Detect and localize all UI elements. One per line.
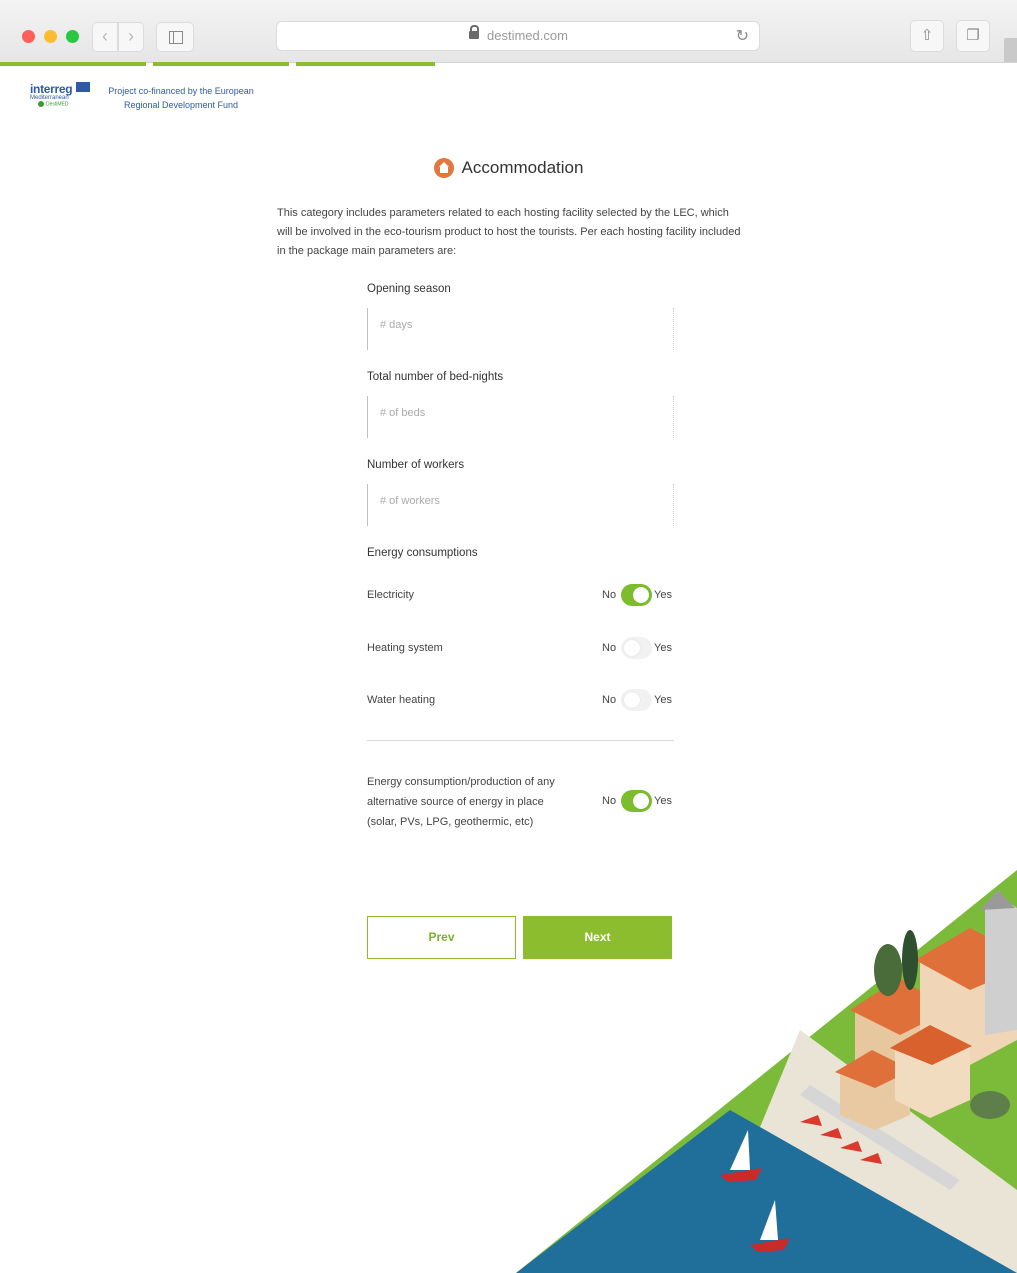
energy-heading: Energy consumptions (367, 547, 478, 559)
page-title: Accommodation (461, 158, 584, 177)
alternative-energy-no-label: No (602, 795, 617, 807)
heating-system-label: Heating system (367, 642, 443, 654)
water-heating-label: Water heating (367, 694, 436, 706)
sidebar-icon (169, 31, 183, 44)
alternative-energy-yes-label: Yes (654, 795, 672, 807)
electricity-label: Electricity (367, 589, 415, 601)
bed-nights-label: Total number of bed-nights (367, 371, 504, 383)
back-button[interactable]: ‹ (92, 22, 118, 52)
progress-segment-1 (0, 62, 146, 66)
alternative-energy-toggle[interactable] (621, 790, 652, 812)
toggle-knob (633, 587, 649, 603)
water-heating-toggle[interactable] (621, 689, 652, 711)
heating-system-row: Heating system No Yes (367, 637, 674, 661)
chevron-right-icon: › (128, 26, 134, 46)
opening-season-label: Opening season (367, 283, 451, 295)
chevron-left-icon: ‹ (102, 26, 108, 46)
workers-input[interactable] (378, 494, 662, 508)
electricity-no-label: No (602, 589, 617, 601)
reload-icon[interactable]: ↻ (736, 26, 749, 46)
opening-season-input[interactable] (378, 318, 662, 332)
funding-note: Project co-financed by the European Regi… (106, 84, 256, 112)
address-bar[interactable]: destimed.com ↻ (276, 21, 760, 51)
bed-nights-input[interactable] (378, 406, 662, 420)
workers-field[interactable] (367, 484, 674, 526)
logo-project-text: DestiMED (46, 101, 69, 108)
home-icon (433, 158, 454, 178)
new-tab-button[interactable] (1004, 38, 1017, 62)
electricity-yes-label: Yes (654, 589, 672, 601)
heating-system-toggle[interactable] (621, 637, 652, 659)
toggle-knob (624, 640, 640, 656)
funding-line-2: Regional Development Fund (123, 100, 239, 110)
prev-button[interactable]: Prev (367, 916, 516, 959)
heating-system-no-label: No (602, 642, 617, 654)
page-header: Accommodation (0, 158, 1017, 178)
tabs-icon: ❐ (966, 27, 980, 44)
tabs-overview-button[interactable]: ❐ (956, 20, 990, 52)
interreg-logo: interreg Mediterranean DestiMED (30, 82, 92, 107)
funding-line-1: Project co-financed by the European (108, 86, 254, 96)
opening-season-field[interactable] (367, 308, 674, 350)
forward-button[interactable]: › (118, 22, 144, 52)
water-heating-no-label: No (602, 694, 617, 706)
alternative-energy-row: No Yes (367, 790, 674, 814)
sidebar-toggle-button[interactable] (156, 22, 194, 52)
browser-toolbar: ‹ › destimed.com ↻ ⇧ ❐ (0, 0, 1017, 63)
toggle-knob (633, 793, 649, 809)
bed-nights-field[interactable] (367, 396, 674, 438)
url-text: destimed.com (487, 28, 568, 43)
heating-system-yes-label: Yes (654, 642, 672, 654)
electricity-row: Electricity No Yes (367, 584, 674, 608)
workers-label: Number of workers (367, 459, 465, 471)
toggle-knob (624, 692, 640, 708)
minimize-window-button[interactable] (44, 30, 57, 43)
fullscreen-window-button[interactable] (66, 30, 79, 43)
water-heating-row: Water heating No Yes (367, 689, 674, 713)
eu-flag-icon (76, 82, 90, 92)
share-icon: ⇧ (920, 27, 934, 44)
progress-segment-3 (296, 62, 435, 66)
progress-segment-2 (153, 62, 289, 66)
coastal-town-illustration (516, 870, 1017, 1273)
intro-paragraph: This category includes parameters relate… (277, 207, 741, 257)
logo-project: DestiMED (38, 101, 92, 107)
water-heating-yes-label: Yes (654, 694, 672, 706)
lock-icon (469, 25, 479, 39)
share-button[interactable]: ⇧ (910, 20, 944, 52)
section-divider (367, 740, 674, 741)
electricity-toggle[interactable] (621, 584, 652, 606)
close-window-button[interactable] (22, 30, 35, 43)
project-dot-icon (38, 101, 44, 107)
